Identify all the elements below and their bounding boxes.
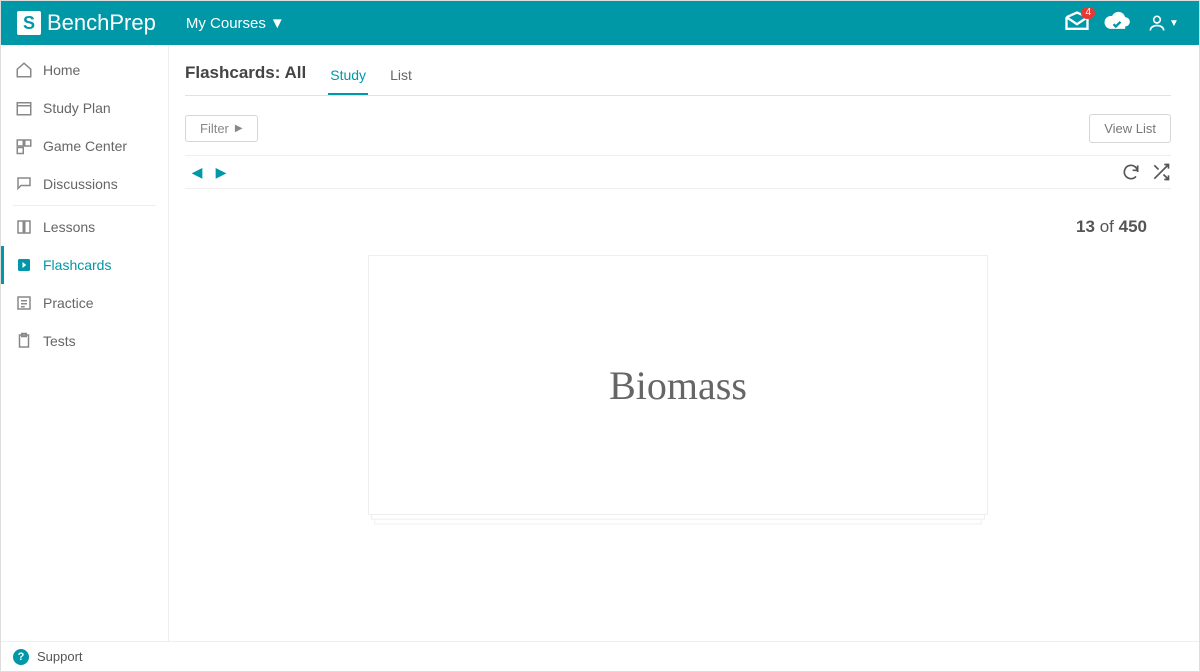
filter-label: Filter [200, 121, 229, 136]
sidebar-item-label: Home [43, 62, 80, 78]
main-content: Flashcards: All Study List Filter ▶ View… [169, 45, 1199, 641]
sidebar-item-label: Game Center [43, 138, 127, 154]
filter-button[interactable]: Filter ▶ [185, 115, 258, 142]
sidebar-item-label: Study Plan [43, 100, 111, 116]
profile-menu[interactable]: ▼ [1143, 9, 1183, 37]
sidebar-item-label: Tests [43, 333, 76, 349]
help-icon[interactable]: ? [13, 649, 29, 665]
footer: ? Support [1, 641, 1199, 671]
view-list-button[interactable]: View List [1089, 114, 1171, 143]
sidebar-item-flashcards[interactable]: Flashcards [1, 246, 168, 284]
my-courses-dropdown[interactable]: My Courses ▼ [186, 15, 285, 32]
list-icon [15, 294, 33, 312]
game-icon [15, 137, 33, 155]
sidebar-item-study-plan[interactable]: Study Plan [1, 89, 168, 127]
caret-down-icon: ▼ [1169, 18, 1179, 29]
sidebar-item-home[interactable]: Home [1, 51, 168, 89]
sidebar-item-label: Lessons [43, 219, 95, 235]
sidebar: Home Study Plan Game Center Discussions … [1, 45, 169, 641]
calendar-icon [15, 99, 33, 117]
chevron-right-icon: ▶ [235, 123, 243, 134]
page-title: Flashcards: All [185, 63, 306, 93]
brand-logo[interactable]: S BenchPrep [17, 10, 156, 36]
sidebar-item-label: Discussions [43, 176, 118, 192]
brand-name: BenchPrep [47, 10, 156, 36]
top-bar: S BenchPrep My Courses ▼ 4 ▼ [1, 1, 1199, 45]
sidebar-item-lessons[interactable]: Lessons [1, 208, 168, 246]
current-index: 13 [1076, 217, 1095, 236]
shuffle-icon[interactable] [1151, 162, 1171, 182]
chat-icon [15, 175, 33, 193]
logo-icon: S [17, 11, 41, 35]
caret-down-icon: ▼ [270, 15, 285, 32]
flashcard[interactable]: Biomass [368, 255, 988, 515]
my-courses-label: My Courses [186, 15, 266, 32]
card-counter: 13 of 450 [185, 217, 1147, 237]
sidebar-item-label: Flashcards [43, 257, 111, 273]
sidebar-item-practice[interactable]: Practice [1, 284, 168, 322]
reset-icon[interactable] [1121, 162, 1141, 182]
sidebar-item-label: Practice [43, 295, 94, 311]
sidebar-item-tests[interactable]: Tests [1, 322, 168, 360]
flashcard-front-text: Biomass [609, 362, 747, 409]
support-link[interactable]: Support [37, 649, 83, 664]
flashcard-icon [15, 256, 33, 274]
tab-list[interactable]: List [388, 61, 414, 95]
notifications-icon[interactable]: 4 [1063, 9, 1091, 37]
home-icon [15, 61, 33, 79]
sidebar-item-game-center[interactable]: Game Center [1, 127, 168, 165]
clipboard-icon [15, 332, 33, 350]
of-word: of [1100, 217, 1114, 236]
prev-card-button[interactable]: ◀ [185, 160, 209, 184]
total-count: 450 [1119, 217, 1147, 236]
sidebar-item-discussions[interactable]: Discussions [1, 165, 168, 203]
notification-badge: 4 [1081, 7, 1095, 19]
tab-study[interactable]: Study [328, 61, 368, 95]
book-icon [15, 218, 33, 236]
cloud-sync-icon[interactable] [1103, 9, 1131, 37]
next-card-button[interactable]: ▶ [209, 160, 233, 184]
